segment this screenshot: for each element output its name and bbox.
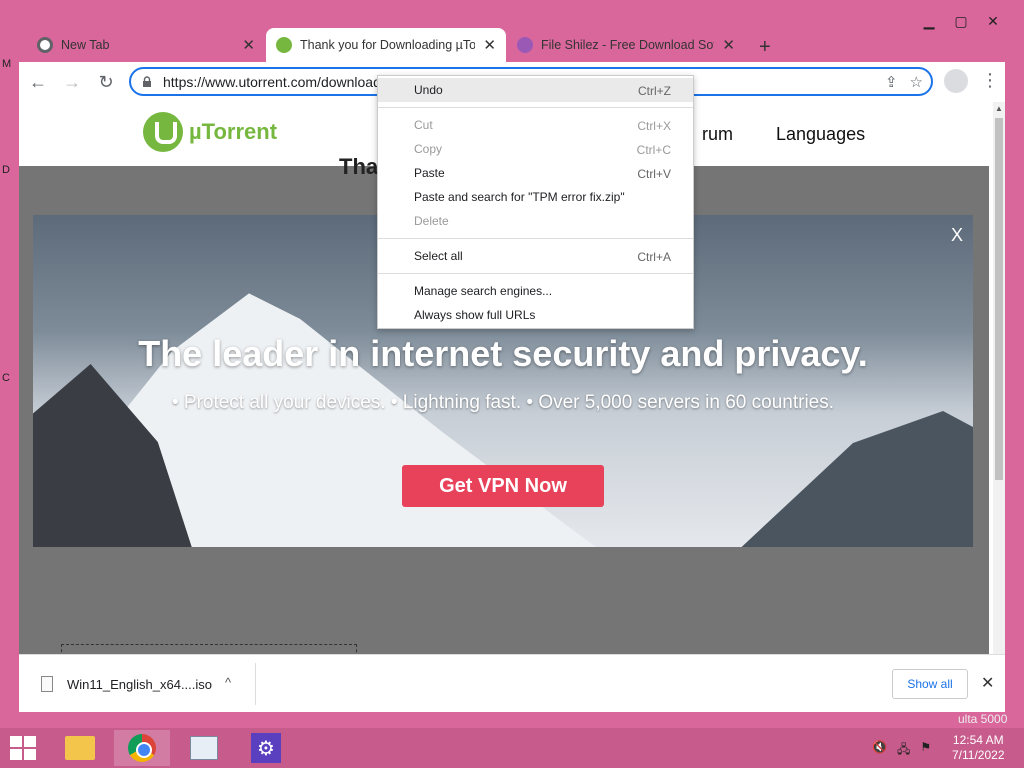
windows-start-icon[interactable]: [10, 736, 38, 760]
network-icon[interactable]: 🖧: [897, 740, 910, 761]
download-file-name[interactable]: Win11_English_x64....iso: [67, 677, 212, 692]
minimize-button[interactable]: ▁: [913, 10, 945, 32]
menu-item-label: Copy: [414, 142, 443, 156]
utorrent-logo-icon: [143, 112, 183, 152]
close-tab-icon[interactable]: ✕: [242, 36, 255, 54]
menu-separator: [378, 107, 693, 108]
taskbar-file-explorer[interactable]: [52, 730, 108, 766]
menu-item-paste-and-search[interactable]: Paste and search for "TPM error fix.zip": [378, 185, 693, 209]
taskbar-settings[interactable]: ⚙: [238, 730, 294, 766]
taskbar: ⚙ 🔇 🖧 ⚑ 12:54 AM 7/11/2022: [0, 728, 1024, 768]
window-controls: ▁ ▢ ✕: [913, 10, 1009, 32]
tab-title: Thank you for Downloading µTorrent: [300, 38, 476, 52]
back-button[interactable]: ←: [23, 67, 53, 97]
close-tab-icon[interactable]: ✕: [483, 36, 496, 54]
new-tab-button[interactable]: +: [759, 36, 771, 59]
menu-item-manage-search-engines[interactable]: Manage search engines...: [378, 279, 693, 303]
promo-title: The leader in internet security and priv…: [138, 333, 868, 374]
utorrent-logo[interactable]: µTorrent: [143, 112, 277, 152]
tab-title: File Shilez - Free Download Software: [541, 38, 714, 52]
close-promo-button[interactable]: X: [951, 225, 963, 246]
utorrent-favicon-icon: [276, 37, 292, 53]
menu-item-label: Always show full URLs: [414, 308, 536, 322]
clock-time: 12:54 AM: [952, 733, 1004, 747]
taskbar-clock[interactable]: 12:54 AM 7/11/2022: [952, 733, 1005, 763]
menu-item-shortcut: Ctrl+Z: [638, 84, 671, 98]
system-tray: 🔇 🖧 ⚑: [872, 740, 931, 761]
menu-item-label: Paste and search for "TPM error fix.zip": [414, 190, 625, 204]
mountain-distant-image: [733, 411, 973, 547]
file-explorer-icon: [65, 736, 95, 760]
clock-date: 7/11/2022: [952, 748, 1005, 762]
get-vpn-button[interactable]: Get VPN Now: [402, 465, 604, 507]
file-icon: [41, 676, 53, 692]
lock-icon[interactable]: [141, 75, 153, 88]
nav-link-languages[interactable]: Languages: [776, 124, 865, 145]
menu-item-cut[interactable]: Cut Ctrl+X: [378, 113, 693, 137]
show-all-button[interactable]: Show all: [892, 669, 968, 699]
scroll-up-icon[interactable]: ▲: [995, 104, 1003, 113]
menu-item-shortcut: Ctrl+X: [637, 119, 671, 133]
chrome-menu-icon[interactable]: ⋮: [981, 70, 999, 91]
menu-item-label: Paste: [414, 166, 445, 180]
vertical-scrollbar[interactable]: ▲ ▼: [993, 102, 1005, 664]
context-menu: Undo Ctrl+Z Cut Ctrl+X Copy Ctrl+C Paste…: [377, 75, 694, 329]
menu-item-undo[interactable]: Undo Ctrl+Z: [378, 78, 693, 102]
page-title-obscured: Tha: [339, 154, 379, 179]
menu-item-paste[interactable]: Paste Ctrl+V: [378, 161, 693, 185]
menu-item-label: Manage search engines...: [414, 284, 553, 298]
taskbar-chrome[interactable]: [114, 730, 170, 766]
menu-separator: [378, 273, 693, 274]
share-icon[interactable]: ⇪: [885, 73, 898, 91]
profile-avatar[interactable]: [944, 69, 968, 93]
promo-subtitle: • Protect all your devices. • Lightning …: [171, 392, 835, 413]
logo-text: µTorrent: [189, 119, 278, 144]
window-app-icon: [190, 736, 218, 760]
forward-button[interactable]: →: [57, 67, 87, 97]
menu-separator: [378, 238, 693, 239]
download-options-chevron-icon[interactable]: ^: [225, 675, 231, 690]
menu-item-label: Delete: [414, 214, 449, 228]
tab-title: New Tab: [61, 38, 110, 52]
speaker-muted-icon[interactable]: 🔇: [872, 740, 887, 761]
shelf-divider: [255, 663, 256, 705]
menu-item-shortcut: Ctrl+A: [637, 250, 671, 264]
scroll-thumb[interactable]: [995, 118, 1003, 480]
reload-button[interactable]: ↻: [91, 67, 121, 97]
maximize-button[interactable]: ▢: [945, 10, 977, 32]
desktop-fragment: D: [2, 164, 10, 176]
desktop-fragment: M: [2, 58, 12, 70]
settings-gear-icon: ⚙: [251, 733, 281, 763]
menu-item-shortcut: Ctrl+C: [636, 143, 671, 157]
chrome-favicon-icon: [37, 37, 53, 53]
close-tab-icon[interactable]: ✕: [722, 36, 735, 54]
tab-utorrent[interactable]: Thank you for Downloading µTorrent ✕: [266, 28, 506, 62]
tab-new-tab[interactable]: New Tab ✕: [27, 28, 265, 62]
menu-item-copy[interactable]: Copy Ctrl+C: [378, 137, 693, 161]
flag-icon[interactable]: ⚑: [920, 740, 931, 761]
nav-link-forum[interactable]: rum: [702, 124, 733, 145]
close-shelf-button[interactable]: ✕: [981, 673, 994, 693]
globe-favicon-icon: [517, 37, 533, 53]
menu-item-select-all[interactable]: Select all Ctrl+A: [378, 244, 693, 268]
menu-item-label: Select all: [414, 249, 463, 263]
menu-item-shortcut: Ctrl+V: [637, 167, 671, 181]
menu-item-label: Undo: [414, 83, 443, 97]
bookmark-star-icon[interactable]: ☆: [910, 73, 923, 91]
desktop-fragment: C: [2, 372, 10, 384]
menu-item-always-show-full-urls[interactable]: Always show full URLs: [378, 303, 693, 327]
close-window-button[interactable]: ✕: [977, 10, 1009, 32]
taskbar-app[interactable]: [176, 730, 232, 766]
download-shelf: Win11_English_x64....iso ^ Show all ✕: [19, 654, 1005, 712]
tab-strip: New Tab ✕ Thank you for Downloading µTor…: [19, 20, 819, 62]
desktop-peek-text: ulta 5000: [958, 712, 1008, 726]
menu-item-delete[interactable]: Delete: [378, 209, 693, 233]
menu-item-label: Cut: [414, 118, 433, 132]
chrome-icon: [128, 734, 156, 762]
tab-file-shilez[interactable]: File Shilez - Free Download Software ✕: [507, 28, 745, 62]
